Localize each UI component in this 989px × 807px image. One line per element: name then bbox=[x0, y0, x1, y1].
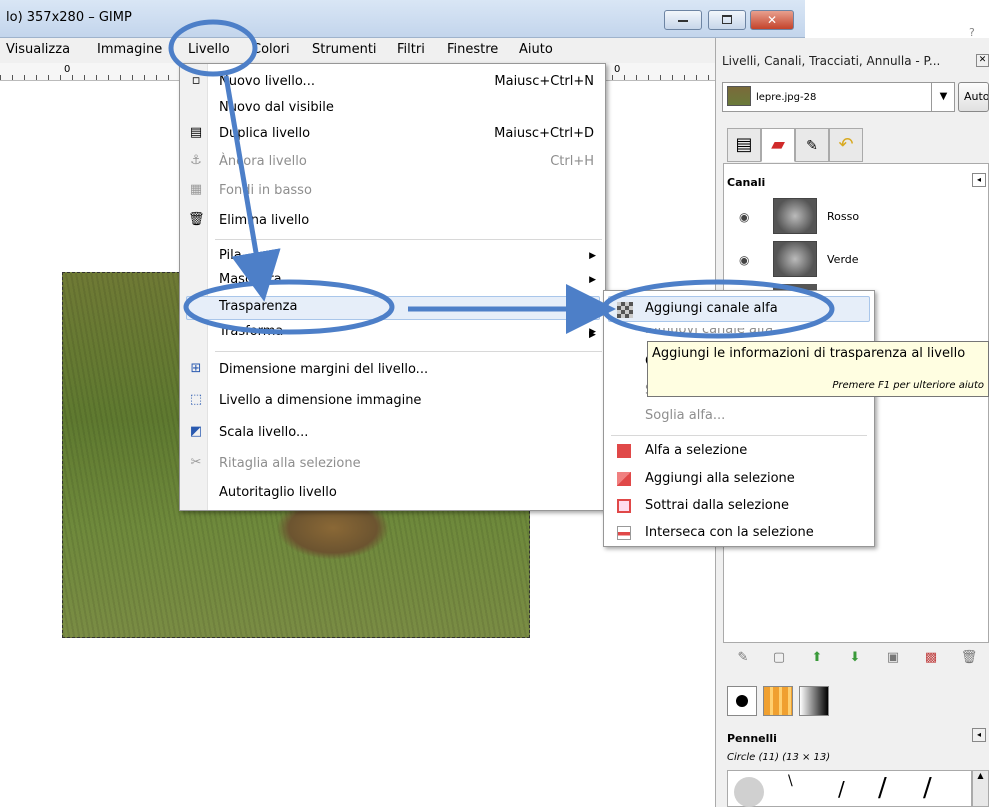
annotation-overlay bbox=[168, 19, 835, 339]
annotation-arrow bbox=[223, 75, 281, 302]
annotation-oval bbox=[168, 19, 258, 77]
annotation-oval bbox=[601, 279, 835, 339]
annotation-oval bbox=[183, 279, 395, 335]
